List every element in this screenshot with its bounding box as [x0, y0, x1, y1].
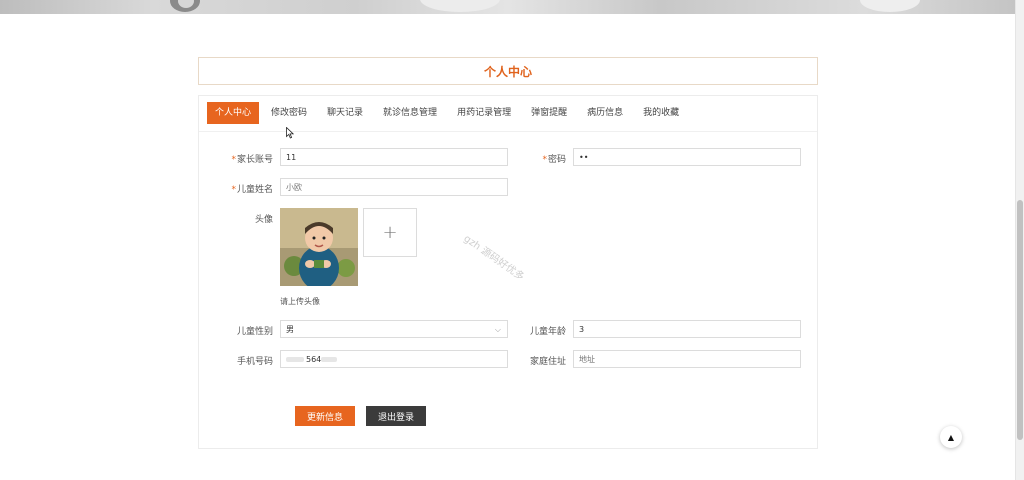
child-name-label: *儿童姓名	[231, 185, 273, 195]
update-info-button[interactable]: 更新信息	[295, 406, 355, 426]
tab-medical-records[interactable]: 病历信息	[579, 102, 631, 124]
password-input[interactable]: ••	[573, 148, 801, 166]
child-age-label: 儿童年龄	[529, 327, 566, 337]
parent-account-label: *家长账号	[231, 155, 273, 165]
child-gender-select[interactable]: 男 ⌵	[280, 320, 508, 338]
plus-icon: +	[382, 222, 398, 243]
child-age-input[interactable]: 3	[573, 320, 801, 338]
tab-my-favorites[interactable]: 我的收藏	[635, 102, 687, 124]
child-photo-icon	[280, 208, 358, 286]
child-gender-value: 男	[286, 325, 294, 334]
tab-chat-records[interactable]: 聊天记录	[319, 102, 371, 124]
tab-personal-center[interactable]: 个人中心	[207, 102, 260, 124]
page-title-box: 个人中心	[198, 57, 818, 85]
page-title: 个人中心	[483, 64, 532, 79]
avatar-label: 头像	[254, 215, 273, 225]
mouse-cursor-icon	[286, 127, 294, 139]
tab-visit-info[interactable]: 就诊信息管理	[375, 102, 445, 124]
tab-medication-records[interactable]: 用药记录管理	[449, 102, 519, 124]
tab-change-password[interactable]: 修改密码	[263, 102, 315, 124]
avatar-upload-hint: 请上传头像	[280, 297, 320, 306]
tab-popup-reminder[interactable]: 弹窗提醒	[523, 102, 575, 124]
masked-digits-left	[286, 357, 304, 362]
phone-input[interactable]: 564	[280, 350, 508, 368]
password-label: *密码	[542, 155, 566, 165]
avatar-image[interactable]	[280, 208, 358, 286]
address-label: 家庭住址	[529, 357, 566, 367]
logout-button[interactable]: 退出登录	[366, 406, 426, 426]
chevron-down-icon: ⌵	[494, 325, 501, 334]
page-scrollbar[interactable]	[1015, 0, 1024, 480]
tab-bar: 个人中心 修改密码 聊天记录 就诊信息管理 用药记录管理 弹窗提醒 病历信息 我…	[207, 102, 691, 124]
top-banner-image	[0, 0, 1016, 14]
scrollbar-thumb[interactable]	[1017, 200, 1023, 440]
phone-visible-digits: 564	[306, 355, 322, 364]
masked-digits-right	[321, 357, 337, 362]
upload-avatar-button[interactable]: +	[363, 208, 417, 257]
phone-label: 手机号码	[236, 357, 273, 367]
back-to-top-button[interactable]: ▲	[940, 426, 962, 448]
child-name-input[interactable]: 小欧	[280, 178, 508, 196]
caret-up-icon: ▲	[947, 432, 955, 442]
parent-account-input[interactable]: 11	[280, 148, 508, 166]
address-input[interactable]: 地址	[573, 350, 801, 368]
child-gender-label: 儿童性别	[236, 327, 273, 337]
